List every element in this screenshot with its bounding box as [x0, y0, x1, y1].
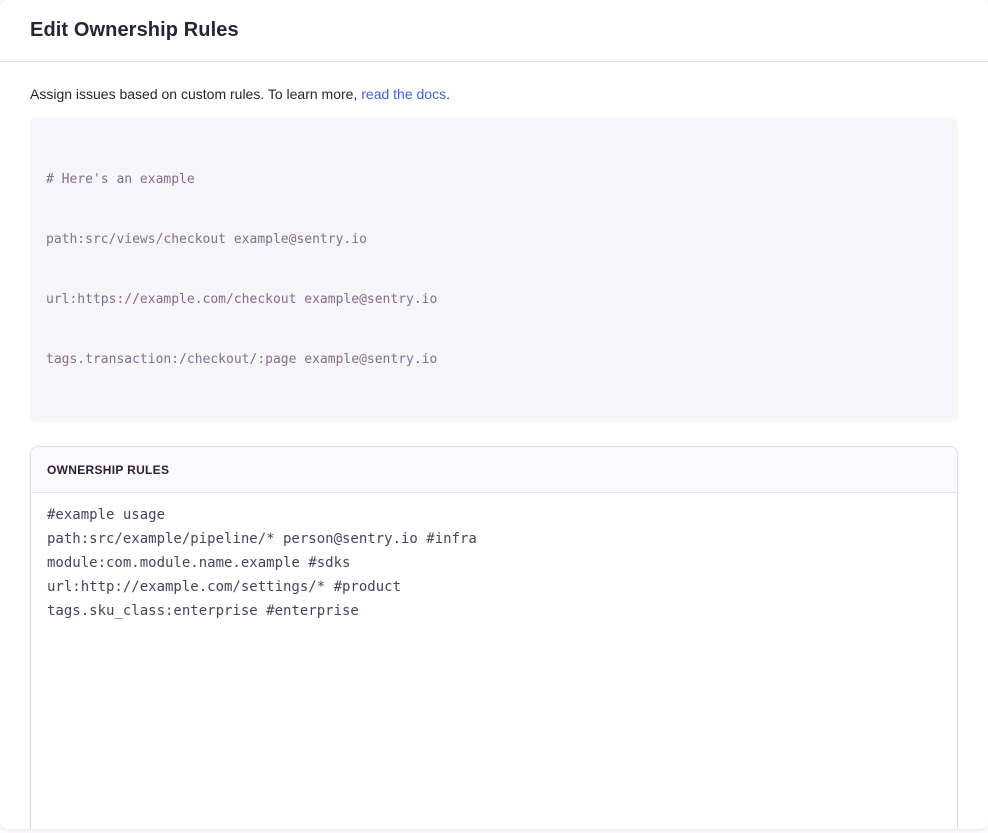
ownership-rules-textarea[interactable]: #example usage path:src/example/pipeline… — [31, 493, 957, 829]
description-text: Assign issues based on custom rules. To … — [30, 86, 361, 102]
edit-ownership-rules-modal: Edit Ownership Rules Assign issues based… — [0, 0, 988, 829]
read-docs-link[interactable]: read the docs — [361, 86, 446, 102]
example-line-3: url:https://example.com/checkout example… — [46, 290, 942, 310]
ownership-rules-panel-header: OWNERSHIP RULES — [31, 447, 957, 493]
ownership-rules-panel: OWNERSHIP RULES #example usage path:src/… — [30, 446, 958, 829]
ownership-rules-panel-label: OWNERSHIP RULES — [47, 463, 169, 477]
example-line-1: # Here's an example — [46, 170, 942, 190]
modal-title: Edit Ownership Rules — [30, 19, 239, 42]
example-line-2: path:src/views/checkout example@sentry.i… — [46, 230, 942, 250]
example-line-4: tags.transaction:/checkout/:page example… — [46, 350, 942, 370]
modal-body: Assign issues based on custom rules. To … — [0, 62, 988, 829]
description: Assign issues based on custom rules. To … — [30, 86, 958, 103]
example-code-block: # Here's an example path:src/views/check… — [30, 118, 958, 422]
modal-header: Edit Ownership Rules — [0, 0, 988, 62]
description-suffix: . — [446, 86, 450, 102]
